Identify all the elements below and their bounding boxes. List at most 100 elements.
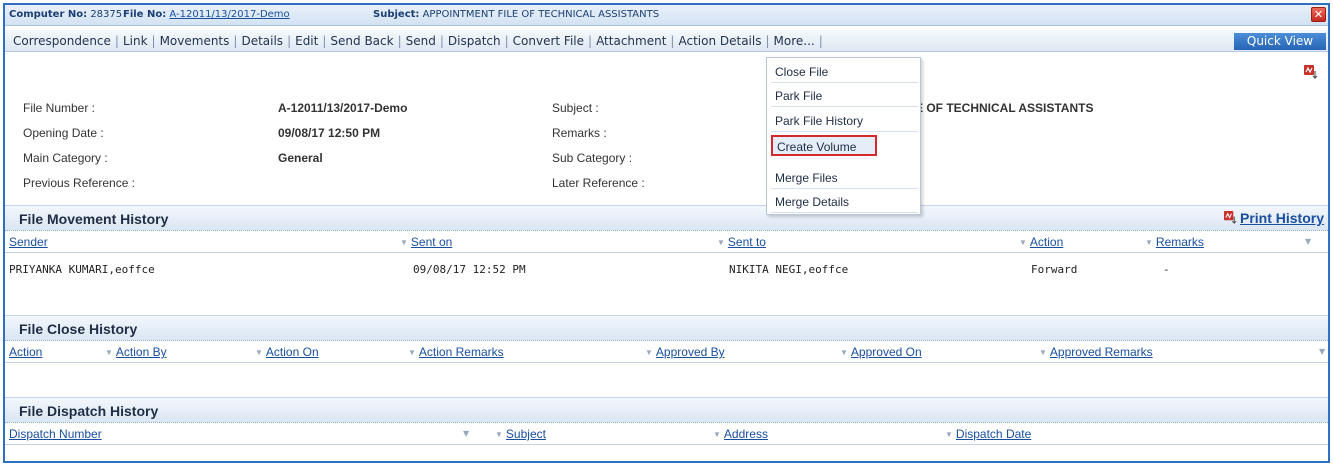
print-history-label: Print History [1239,210,1324,226]
menu-item-merge-files[interactable]: Merge Files [771,168,918,189]
column-action-by-label: Action By [115,345,167,359]
column-action-remarks-label: Action Remarks [418,345,504,359]
subject-header-label: Subject: [373,9,420,20]
column-approved-by-label: Approved By [655,345,725,359]
quick-view-button[interactable]: Quick View [1234,33,1326,50]
menu-separator: | [322,34,327,48]
menu-bar: Correspondence | Link | Movements | Details | Ed… [5,29,1328,52]
menu-link[interactable]: Link [123,34,148,48]
sort-icon: ▼ [408,348,416,357]
close-history-header: File Close History [5,315,1328,341]
computer-number: Computer No: 28375 [9,9,122,20]
cell-remarks: - [1163,263,1170,276]
column-remarks-label: Remarks [1155,235,1204,249]
menu-item-park-file-history[interactable]: Park File History [771,111,918,132]
menu-item-merge-details[interactable]: Merge Details [771,192,918,213]
opening-date-label: Opening Date : [23,126,104,140]
sort-icon: ▼ [645,348,653,357]
pdf-export-icon[interactable] [1304,65,1318,79]
sort-icon: ▼ [1039,348,1047,357]
sort-icon: ▼ [400,238,408,247]
column-action[interactable]: ▼ Action [1019,235,1063,249]
sort-icon: ▼ [495,430,503,439]
menu-attachment[interactable]: Attachment [596,34,666,48]
sort-icon: ▼ [1145,238,1153,247]
menu-details[interactable]: Details [241,34,283,48]
column-sent-on[interactable]: ▼ Sent on [400,235,452,249]
sort-icon: ▼ [105,348,113,357]
table-row[interactable]: PRIYANKA KUMARI,eoffce 09/08/17 12:52 PM… [5,260,1328,280]
menu-item-close-file[interactable]: Close File [771,62,918,83]
menu-separator: | [588,34,593,48]
column-approved-remarks[interactable]: ▼ Approved Remarks [1039,345,1153,359]
column-dispatch-date[interactable]: ▼ Dispatch Date [945,427,1031,441]
previous-reference-label: Previous Reference : [23,176,136,190]
column-approved-on[interactable]: ▼ Approved On [840,345,922,359]
file-details-window: Computer No: 28375 File No: A-12011/13/2… [3,3,1330,463]
menu-send-back[interactable]: Send Back [330,34,393,48]
menu-separator: | [114,34,119,48]
subject-header: Subject: APPOINTMENT FILE OF TECHNICAL A… [373,9,659,20]
menu-convert-file[interactable]: Convert File [513,34,584,48]
menu-edit[interactable]: Edit [295,34,318,48]
file-number-value: A-12011/13/2017-Demo [278,101,408,115]
cell-sender: PRIYANKA KUMARI,eoffce [9,263,155,276]
movement-column-headers: Sender ▼ Sent on ▼ Sent to ▼ Action ▼ Remark… [5,232,1328,253]
column-sent-to[interactable]: ▼ Sent to [717,235,766,249]
movement-history-title: File Movement History [19,211,169,227]
opening-date-value: 09/08/17 12:50 PM [278,126,381,140]
menu-separator: | [504,34,509,48]
column-action-on-label: Action On [265,345,319,359]
column-menu-icon[interactable]: ▼ [463,429,469,438]
column-remarks[interactable]: ▼ Remarks [1145,235,1204,249]
menu-action-details[interactable]: Action Details [678,34,761,48]
column-sender[interactable]: Sender [9,235,48,249]
print-history-link[interactable]: Print History [1223,210,1324,226]
menu-more[interactable]: More... [774,34,815,48]
menu-item-create-volume[interactable]: Create Volume [771,135,877,156]
subject-label: Subject : [552,101,599,115]
column-action-by[interactable]: ▼ Action By [105,345,167,359]
more-dropdown-menu: Close File Park File Park File History C… [766,57,921,215]
cell-sent-on: 09/08/17 12:52 PM [413,263,526,276]
column-action-on[interactable]: ▼ Action On [255,345,319,359]
menu-item-park-file[interactable]: Park File [771,86,918,107]
sort-icon: ▼ [840,348,848,357]
menu-dispatch[interactable]: Dispatch [448,34,501,48]
column-menu-icon[interactable]: ▼ [1319,347,1325,356]
menu-correspondence[interactable]: Correspondence [13,34,111,48]
pdf-icon [1223,211,1237,224]
menu-separator: | [670,34,675,48]
file-number-label: File Number : [23,101,96,115]
menu-send[interactable]: Send [406,34,436,48]
computer-number-label: Computer No: [9,9,88,20]
sub-category-label: Sub Category : [552,151,633,165]
column-menu-icon[interactable]: ▼ [1305,237,1311,246]
file-number-header: File No: A-12011/13/2017-Demo [123,9,290,20]
menu-separator: | [287,34,292,48]
close-history-title: File Close History [19,321,138,337]
cell-sent-to: NIKITA NEGI,eoffce [729,263,849,276]
column-approved-by[interactable]: ▼ Approved By [645,345,725,359]
column-subject-label: Subject [505,427,546,441]
column-subject[interactable]: ▼ Subject [495,427,546,441]
column-address[interactable]: ▼ Address [713,427,768,441]
sort-icon: ▼ [713,430,721,439]
title-bar: Computer No: 28375 File No: A-12011/13/2… [5,5,1328,26]
menu-separator: | [151,34,156,48]
main-category-value: General [278,151,323,165]
column-approved-remarks-label: Approved Remarks [1049,345,1153,359]
menu-movements[interactable]: Movements [160,34,230,48]
close-icon[interactable]: ✕ [1311,7,1326,22]
menu-items: Correspondence | Link | Movements | Details | Ed… [13,34,827,48]
column-dispatch-number[interactable]: Dispatch Number [9,427,102,441]
column-sent-to-label: Sent to [727,235,766,249]
menu-separator: | [439,34,444,48]
sort-icon: ▼ [255,348,263,357]
column-action-remarks[interactable]: ▼ Action Remarks [408,345,504,359]
column-action[interactable]: Action [9,345,42,359]
file-number-header-label: File No: [123,9,167,20]
file-number-link[interactable]: A-12011/13/2017-Demo [169,9,289,20]
computer-number-value: 28375 [90,9,123,20]
column-sent-on-label: Sent on [410,235,453,249]
